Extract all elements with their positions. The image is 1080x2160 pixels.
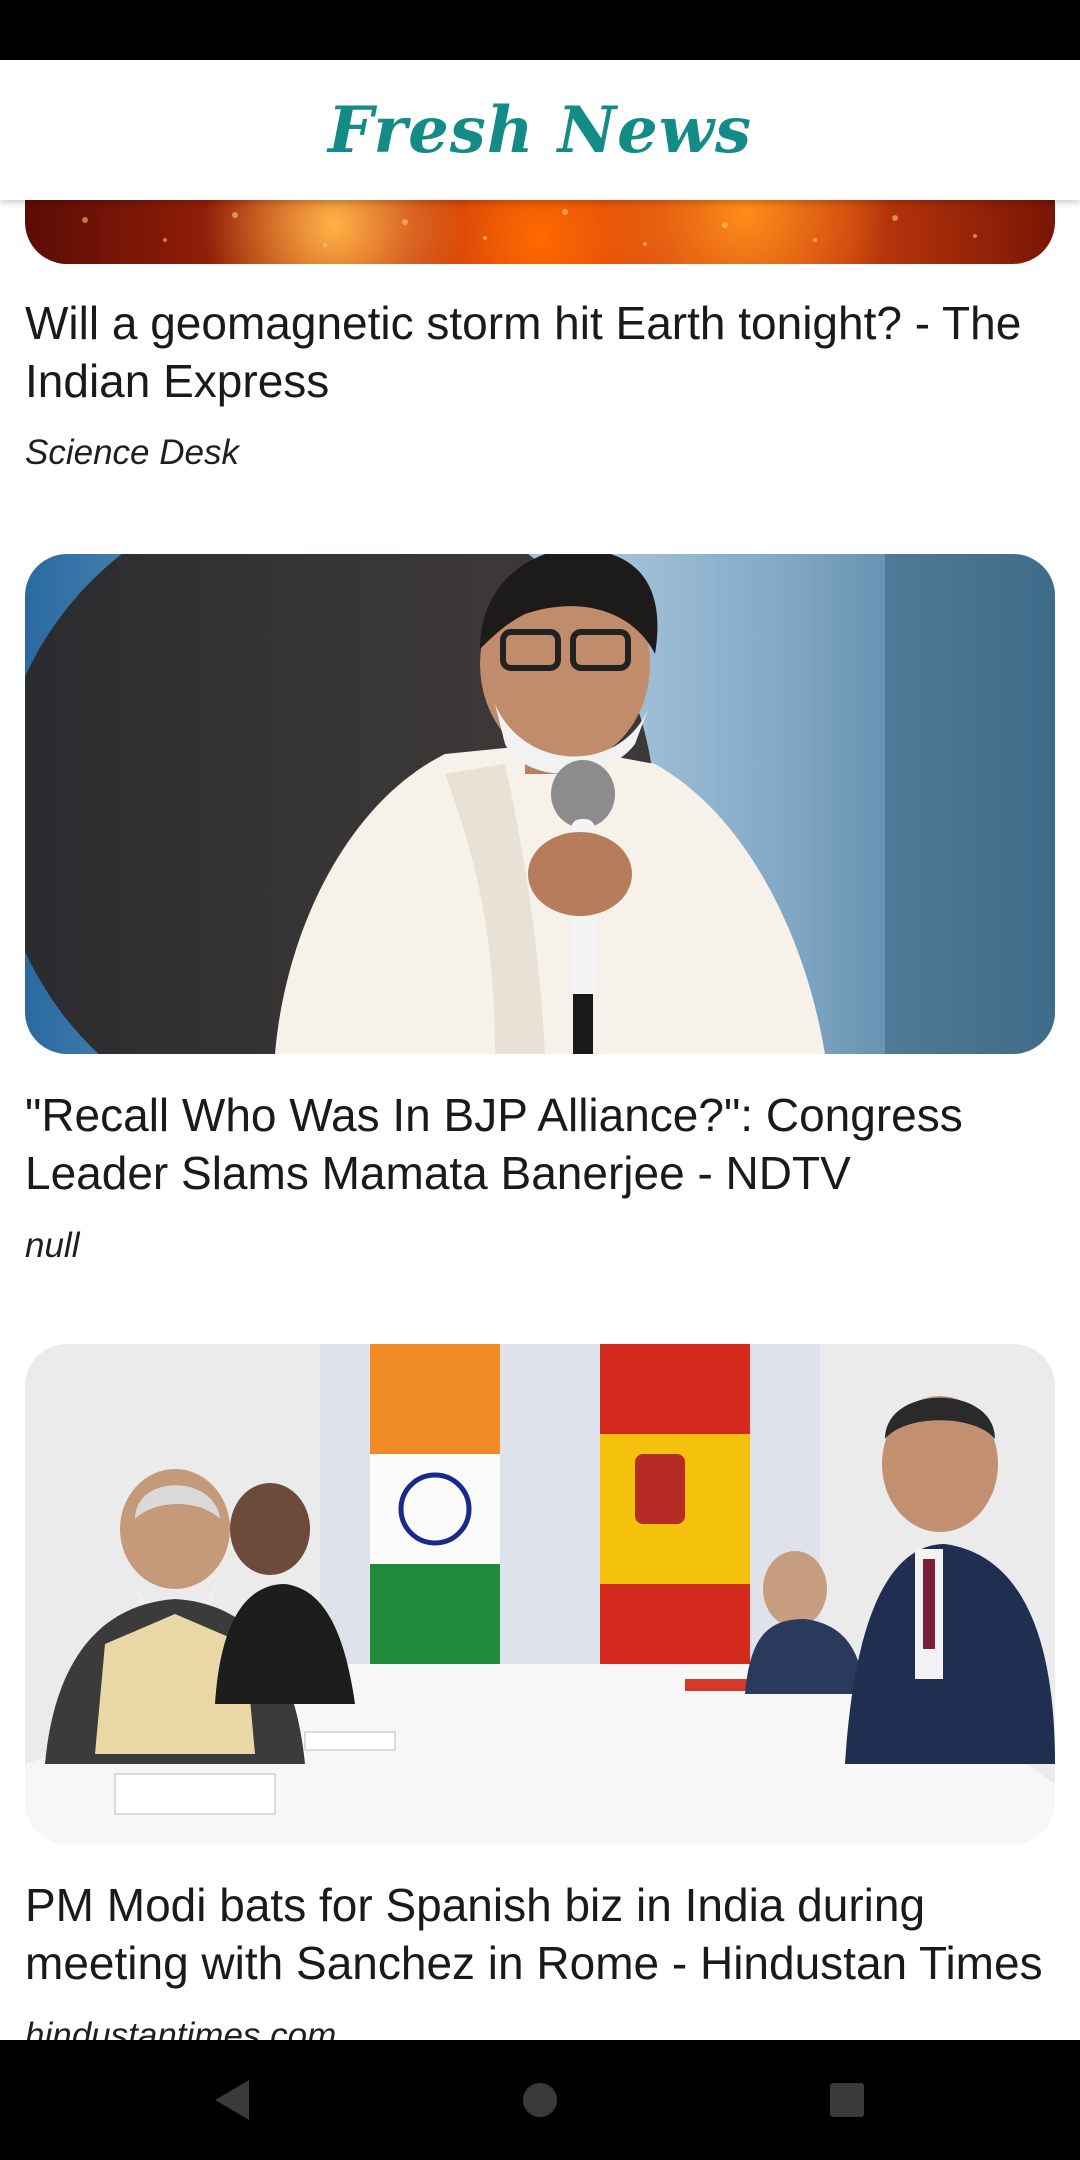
navigation-bar bbox=[0, 2040, 1080, 2160]
bilateral-meeting-with-flags-image bbox=[25, 1344, 1055, 1844]
news-card[interactable]: Will a geomagnetic storm hit Earth tonig… bbox=[25, 200, 1055, 500]
article-image[interactable] bbox=[25, 554, 1055, 1054]
news-feed[interactable]: Will a geomagnetic storm hit Earth tonig… bbox=[0, 200, 1080, 2040]
woman-speaking-into-microphone-image bbox=[25, 554, 1055, 1054]
back-triangle-icon[interactable] bbox=[173, 2040, 293, 2160]
article-title[interactable]: PM Modi bats for Spanish biz in India du… bbox=[25, 1876, 1055, 1992]
article-image[interactable] bbox=[25, 1344, 1055, 1844]
article-source: null bbox=[25, 1226, 80, 1265]
news-card[interactable]: PM Modi bats for Spanish biz in India du… bbox=[25, 1344, 1055, 2040]
app-title: Fresh News bbox=[328, 92, 752, 168]
article-source: Science Desk bbox=[25, 433, 239, 472]
news-card[interactable]: "Recall Who Was In BJP Alliance?": Congr… bbox=[25, 554, 1055, 1294]
article-image[interactable] bbox=[25, 200, 1055, 264]
app-bar: Fresh News bbox=[0, 60, 1080, 200]
recents-square-icon[interactable] bbox=[787, 2040, 907, 2160]
article-title[interactable]: Will a geomagnetic storm hit Earth tonig… bbox=[25, 294, 1055, 410]
article-source: hindustantimes.com bbox=[25, 2016, 337, 2040]
solar-storm-image bbox=[82, 209, 977, 247]
status-bar bbox=[0, 0, 1080, 60]
home-circle-icon[interactable] bbox=[480, 2040, 600, 2160]
article-title[interactable]: "Recall Who Was In BJP Alliance?": Congr… bbox=[25, 1086, 1055, 1202]
